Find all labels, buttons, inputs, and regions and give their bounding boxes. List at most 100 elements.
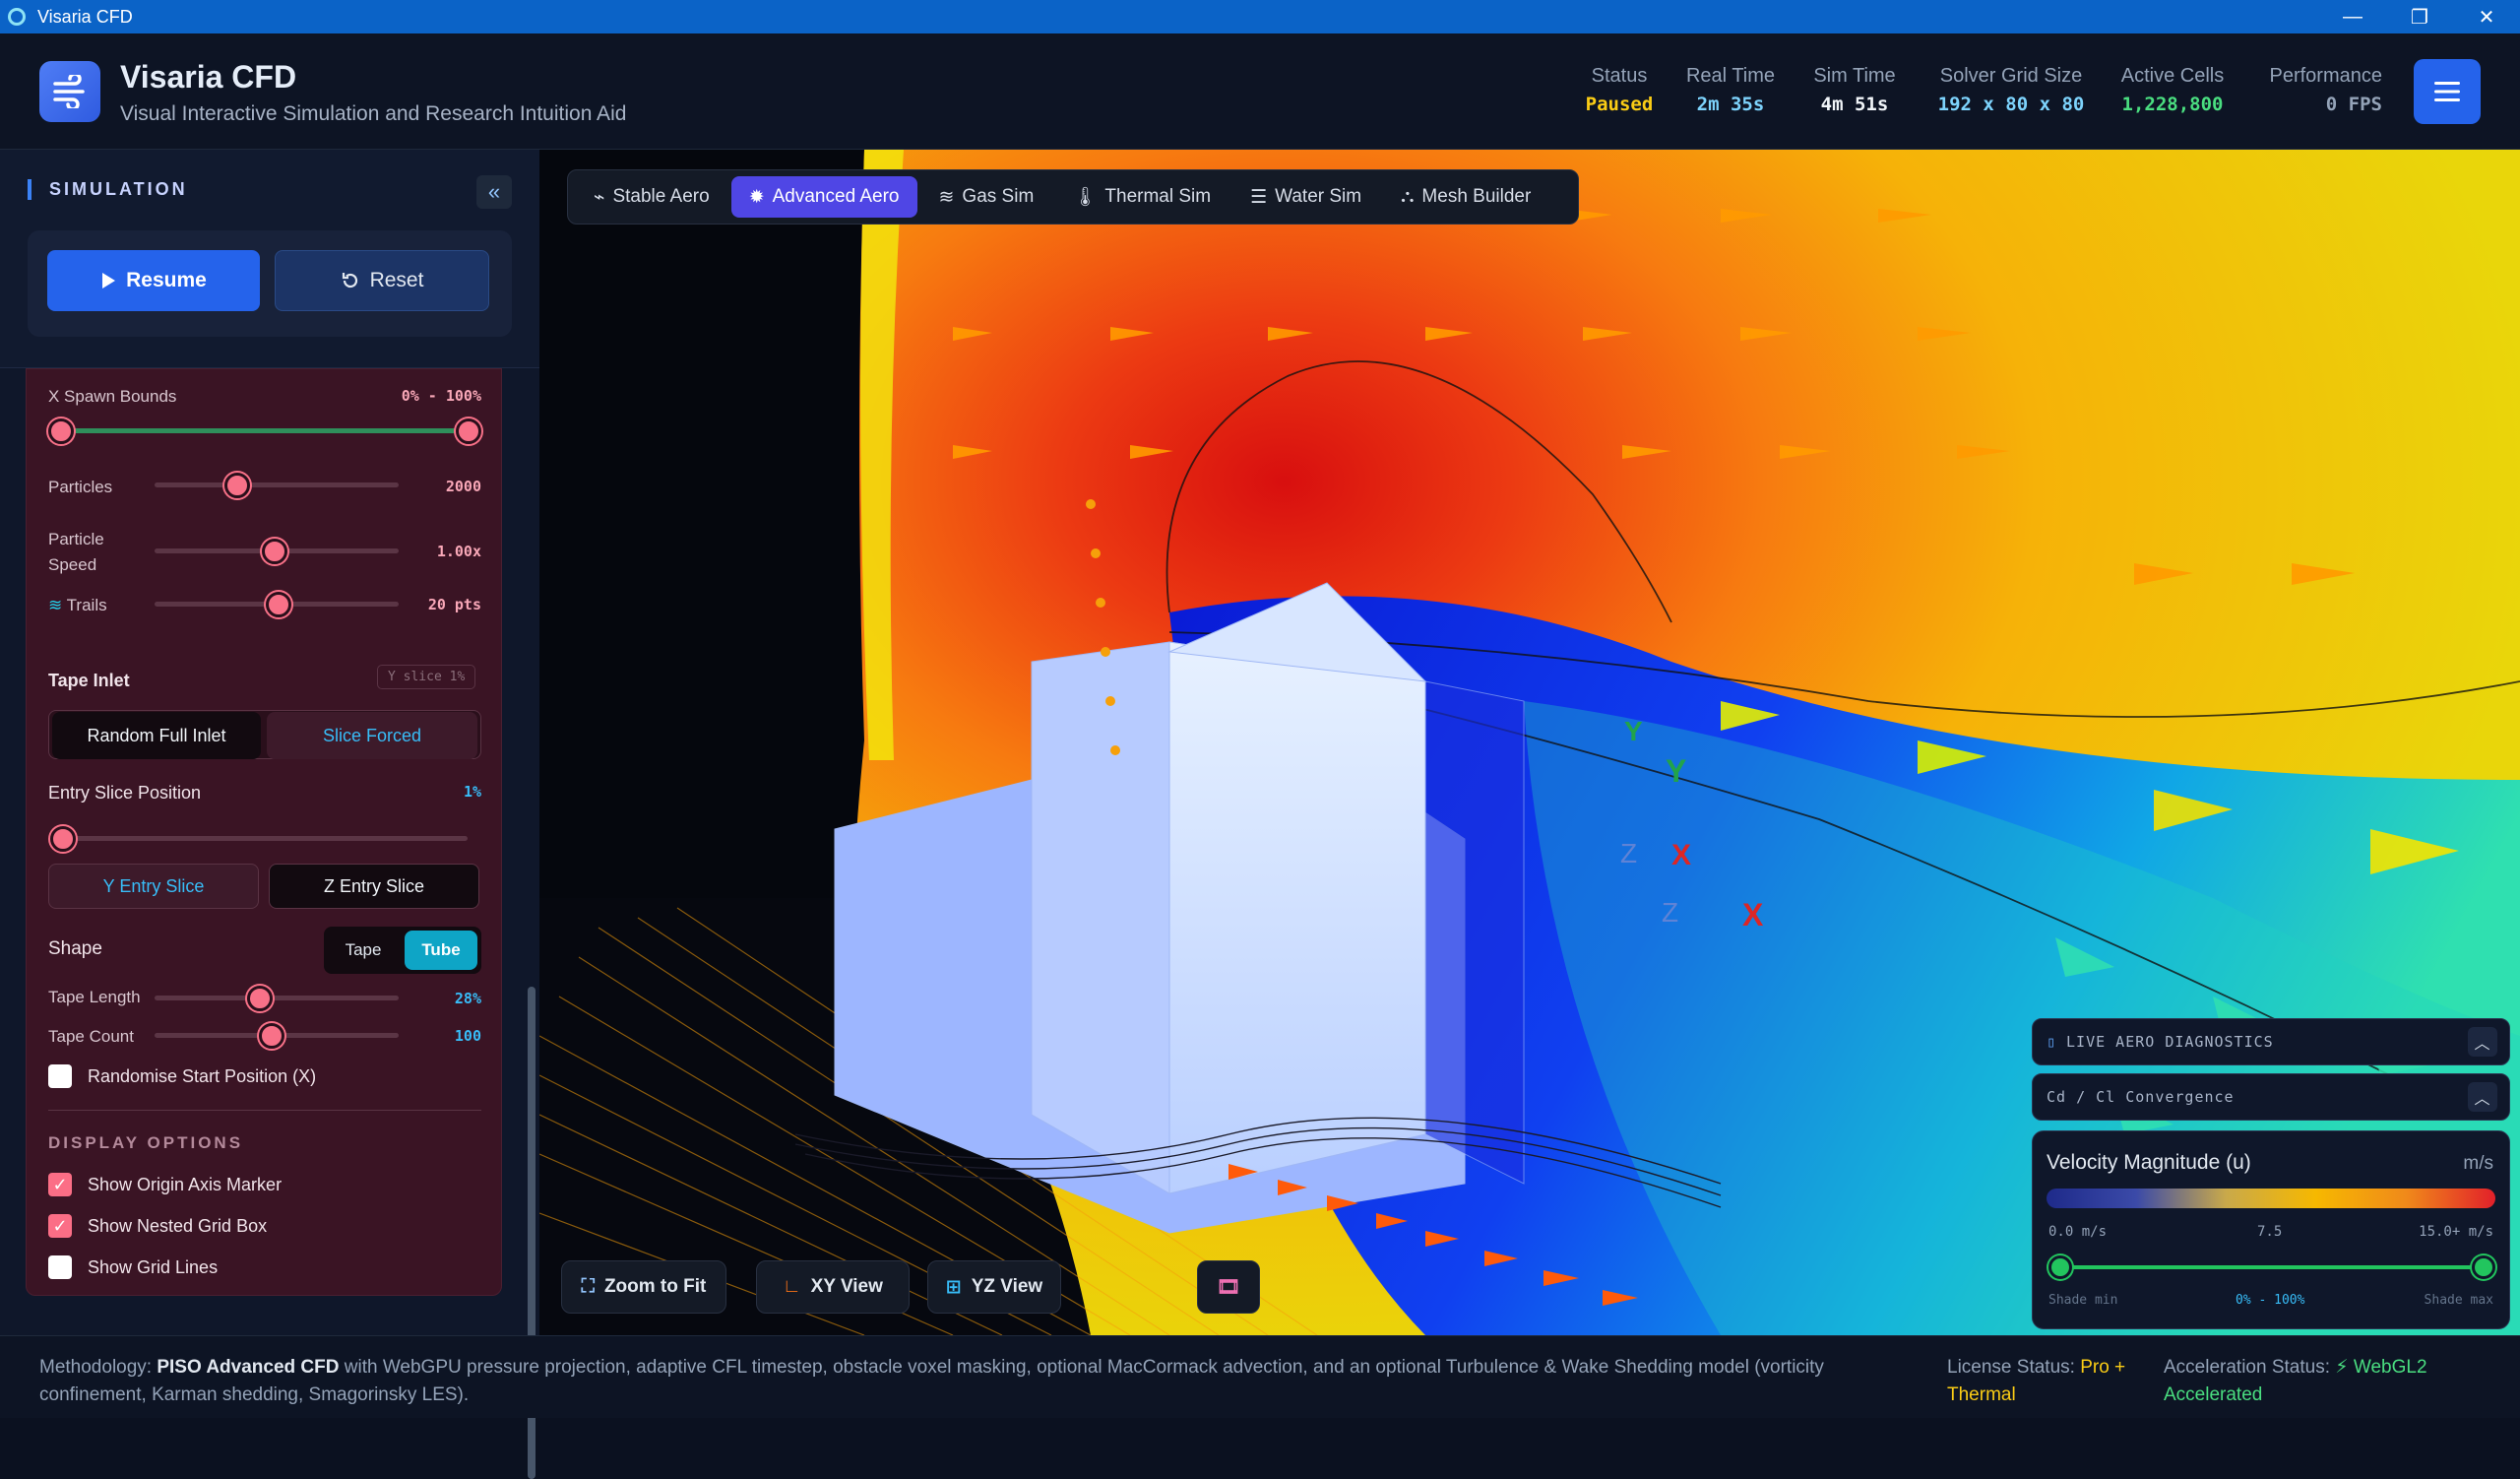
restore-button[interactable]: ❐ bbox=[2386, 0, 2453, 33]
waves-icon: ☰ bbox=[1250, 186, 1268, 208]
randomise-start-label: Randomise Start Position (X) bbox=[88, 1066, 317, 1086]
stat-sim-time: Sim Time 4m 51s bbox=[1813, 65, 1896, 115]
chevron-up-icon[interactable]: ︿ bbox=[2468, 1027, 2497, 1057]
collapse-sidebar-button[interactable]: « bbox=[476, 175, 512, 209]
particles-label: Particles bbox=[48, 478, 113, 496]
acceleration-status: Acceleration Status: ⚡ WebGL2 Accelerate… bbox=[2164, 1357, 2427, 1405]
entry-slice-handle[interactable] bbox=[50, 826, 76, 852]
tape-count-handle[interactable] bbox=[259, 1023, 285, 1049]
particle-controls-panel: X Spawn Bounds 0% - 100% Particles 2000 … bbox=[26, 368, 502, 1296]
z-entry-slice-option[interactable]: Z Entry Slice bbox=[269, 864, 479, 909]
check-icon: ✓ bbox=[52, 1174, 68, 1194]
axis-label-y: Y bbox=[1624, 716, 1643, 746]
x-spawn-track[interactable] bbox=[60, 428, 468, 433]
nested-grid-label: Show Nested Grid Box bbox=[88, 1216, 268, 1236]
display-options-heading: DISPLAY OPTIONS bbox=[48, 1133, 244, 1152]
x-spawn-min-handle[interactable] bbox=[48, 418, 74, 444]
film-record-button[interactable]: 🎞 bbox=[1197, 1260, 1260, 1314]
trails-handle[interactable] bbox=[266, 592, 292, 617]
origin-axis-label: Show Origin Axis Marker bbox=[88, 1175, 283, 1194]
entry-slice-value: 1% bbox=[463, 783, 481, 801]
mode-stable-aero[interactable]: ⌁ Stable Aero bbox=[576, 176, 727, 218]
shade-range-track[interactable] bbox=[2060, 1265, 2484, 1269]
tape-inlet-label: Tape Inlet bbox=[48, 671, 130, 690]
app-icon bbox=[8, 8, 26, 26]
slice-forced-option[interactable]: Slice Forced bbox=[267, 712, 477, 759]
mode-mesh-builder[interactable]: ⛬ Mesh Builder bbox=[1383, 176, 1548, 218]
xy-view-button[interactable]: ∟ XY View bbox=[756, 1260, 910, 1314]
thermometer-icon: 🌡 bbox=[1073, 187, 1098, 208]
hamburger-icon bbox=[2434, 82, 2460, 101]
tape-length-handle[interactable] bbox=[246, 986, 273, 1011]
shade-range-label: 0% - 100% bbox=[2236, 1293, 2305, 1308]
velocity-legend-panel: Velocity Magnitude (u) m/s 0.0 m/s 7.5 1… bbox=[2032, 1130, 2510, 1329]
y-entry-slice-option[interactable]: Y Entry Slice bbox=[48, 864, 259, 909]
license-status: License Status: Pro + Thermal bbox=[1947, 1357, 2126, 1405]
shade-min-label: Shade min bbox=[2048, 1293, 2118, 1308]
nested-grid-checkbox[interactable]: ✓ bbox=[48, 1214, 72, 1238]
sidebar: SIMULATION « Resume Reset X Spawn Bounds… bbox=[0, 150, 539, 1479]
shade-max-handle[interactable] bbox=[2472, 1255, 2495, 1279]
chevron-up-icon[interactable]: ︿ bbox=[2468, 1082, 2497, 1112]
convergence-bar[interactable]: Cd / Cl Convergence ︿ bbox=[2032, 1073, 2510, 1121]
mode-water-sim[interactable]: ☰ Water Sim bbox=[1232, 176, 1379, 218]
origin-axis-checkbox[interactable]: ✓ bbox=[48, 1173, 72, 1196]
mode-gas-sim[interactable]: ≋ Gas Sim bbox=[921, 176, 1052, 218]
particle-speed-label: Particle Speed bbox=[48, 530, 104, 574]
live-diagnostics-bar[interactable]: ▯ LIVE AERO DIAGNOSTICS ︿ bbox=[2032, 1018, 2510, 1065]
mode-advanced-aero[interactable]: ✹ Advanced Aero bbox=[730, 176, 917, 218]
x-spawn-label: X Spawn Bounds bbox=[48, 387, 177, 406]
axis-label-x: X bbox=[1671, 839, 1691, 871]
mesh-icon: ⛬ bbox=[1401, 186, 1415, 207]
wind-icon: ≋ bbox=[48, 596, 63, 614]
mode-toolbar: ⌁ Stable Aero ✹ Advanced Aero ≋ Gas Sim 🌡 Th… bbox=[567, 169, 1579, 225]
legend-mid: 7.5 bbox=[2257, 1224, 2283, 1240]
window-title: Visaria CFD bbox=[37, 6, 133, 27]
trails-label: ≋ Trails bbox=[48, 596, 107, 614]
yz-view-button[interactable]: ⊞ YZ View bbox=[927, 1260, 1061, 1314]
legend-title: Velocity Magnitude (u) bbox=[2047, 1151, 2251, 1174]
particle-speed-handle[interactable] bbox=[261, 539, 287, 564]
zoom-to-fit-button[interactable]: ⛶ Zoom to Fit bbox=[561, 1260, 726, 1314]
entry-slice-slider[interactable] bbox=[60, 836, 468, 841]
footer: Methodology: PISO Advanced CFD with WebG… bbox=[0, 1335, 2520, 1418]
methodology-text: Methodology: PISO Advanced CFD with WebG… bbox=[39, 1357, 1824, 1405]
resume-button[interactable]: Resume bbox=[47, 250, 260, 311]
particles-slider[interactable] bbox=[155, 482, 399, 487]
mode-thermal-sim[interactable]: 🌡 Thermal Sim bbox=[1055, 176, 1228, 218]
shape-tape-option[interactable]: Tape bbox=[328, 931, 399, 970]
particles-value: 2000 bbox=[445, 478, 481, 495]
axis-label-y-2: Y bbox=[1666, 753, 1686, 789]
close-button[interactable]: ✕ bbox=[2453, 0, 2520, 33]
tape-length-slider[interactable] bbox=[155, 996, 399, 1000]
double-chevron-left-icon: « bbox=[487, 179, 501, 204]
window-titlebar: Visaria CFD — ❐ ✕ bbox=[0, 0, 2520, 33]
shade-min-handle[interactable] bbox=[2048, 1255, 2072, 1279]
gear-icon: ✹ bbox=[748, 186, 765, 208]
grid-icon: ⊞ bbox=[945, 1276, 962, 1298]
random-full-inlet-option[interactable]: Random Full Inlet bbox=[52, 712, 261, 759]
stat-grid-size: Solver Grid Size 192 x 80 x 80 bbox=[1937, 65, 2085, 115]
reset-button[interactable]: Reset bbox=[275, 250, 489, 311]
legend-min: 0.0 m/s bbox=[2048, 1224, 2108, 1240]
tape-count-label: Tape Count bbox=[48, 1027, 134, 1046]
grid-lines-checkbox[interactable] bbox=[48, 1255, 72, 1279]
battery-icon: ▯ bbox=[2047, 1033, 2057, 1051]
simulation-heading: SIMULATION bbox=[28, 179, 188, 200]
velocity-colorbar bbox=[2047, 1189, 2495, 1208]
particle-speed-value: 1.00x bbox=[436, 543, 481, 560]
shape-label: Shape bbox=[48, 938, 102, 959]
randomise-start-checkbox[interactable] bbox=[48, 1064, 72, 1088]
shape-tube-option[interactable]: Tube bbox=[405, 931, 477, 970]
minimize-button[interactable]: — bbox=[2319, 0, 2386, 33]
stat-status: Status Paused bbox=[1585, 65, 1654, 115]
particles-handle[interactable] bbox=[224, 473, 251, 498]
play-icon bbox=[102, 273, 116, 289]
app-header: Visaria CFD Visual Interactive Simulatio… bbox=[0, 33, 2520, 150]
tape-inlet-badge: Y slice 1% bbox=[377, 665, 476, 689]
divider bbox=[48, 1110, 481, 1111]
x-spawn-max-handle[interactable] bbox=[456, 418, 481, 444]
menu-button[interactable] bbox=[2414, 59, 2481, 124]
film-icon: 🎞 bbox=[1216, 1277, 1241, 1298]
check-icon: ✓ bbox=[52, 1215, 68, 1236]
